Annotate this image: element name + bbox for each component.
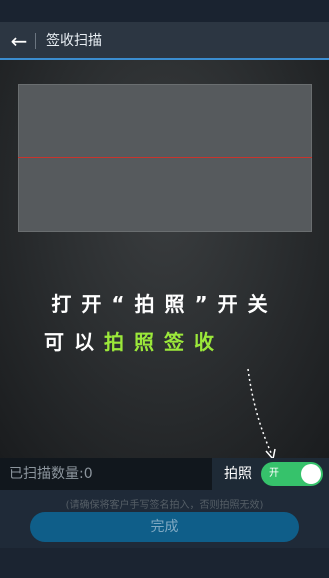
scan-status-bar: 已扫描数量:0 拍照 开 xyxy=(0,458,329,490)
hint-line-2-prefix: 可以 xyxy=(44,330,104,354)
photo-label: 拍照 xyxy=(224,466,252,482)
photo-toggle[interactable]: 开 xyxy=(261,462,323,486)
back-arrow-icon[interactable]: ← xyxy=(6,26,32,56)
page-title: 签收扫描 xyxy=(46,33,102,49)
signature-note: (请确保将客户手写签名拍入，否则拍照无效) xyxy=(65,500,264,511)
app-toolbar: ← 签收扫描 xyxy=(0,22,329,60)
toggle-knob xyxy=(301,464,321,484)
toolbar-divider xyxy=(35,33,36,49)
hint-line-2: 可以拍照签收 xyxy=(44,326,224,355)
hint-line-2-highlight: 拍照签收 xyxy=(104,330,224,354)
status-bar xyxy=(0,0,329,22)
scan-count: 已扫描数量:0 xyxy=(9,466,93,482)
system-nav-bar xyxy=(0,548,329,578)
scan-line xyxy=(18,157,312,158)
camera-preview: 打开“拍照”开关 可以拍照签收 xyxy=(0,60,329,461)
done-button[interactable]: 完成 xyxy=(30,512,299,542)
hint-line-1: 打开“拍照”开关 xyxy=(51,292,278,316)
toggle-state-text: 开 xyxy=(269,468,279,479)
scan-frame xyxy=(18,84,312,232)
photo-toggle-area: 拍照 开 xyxy=(212,458,329,490)
dotted-arrow-icon xyxy=(247,368,276,461)
